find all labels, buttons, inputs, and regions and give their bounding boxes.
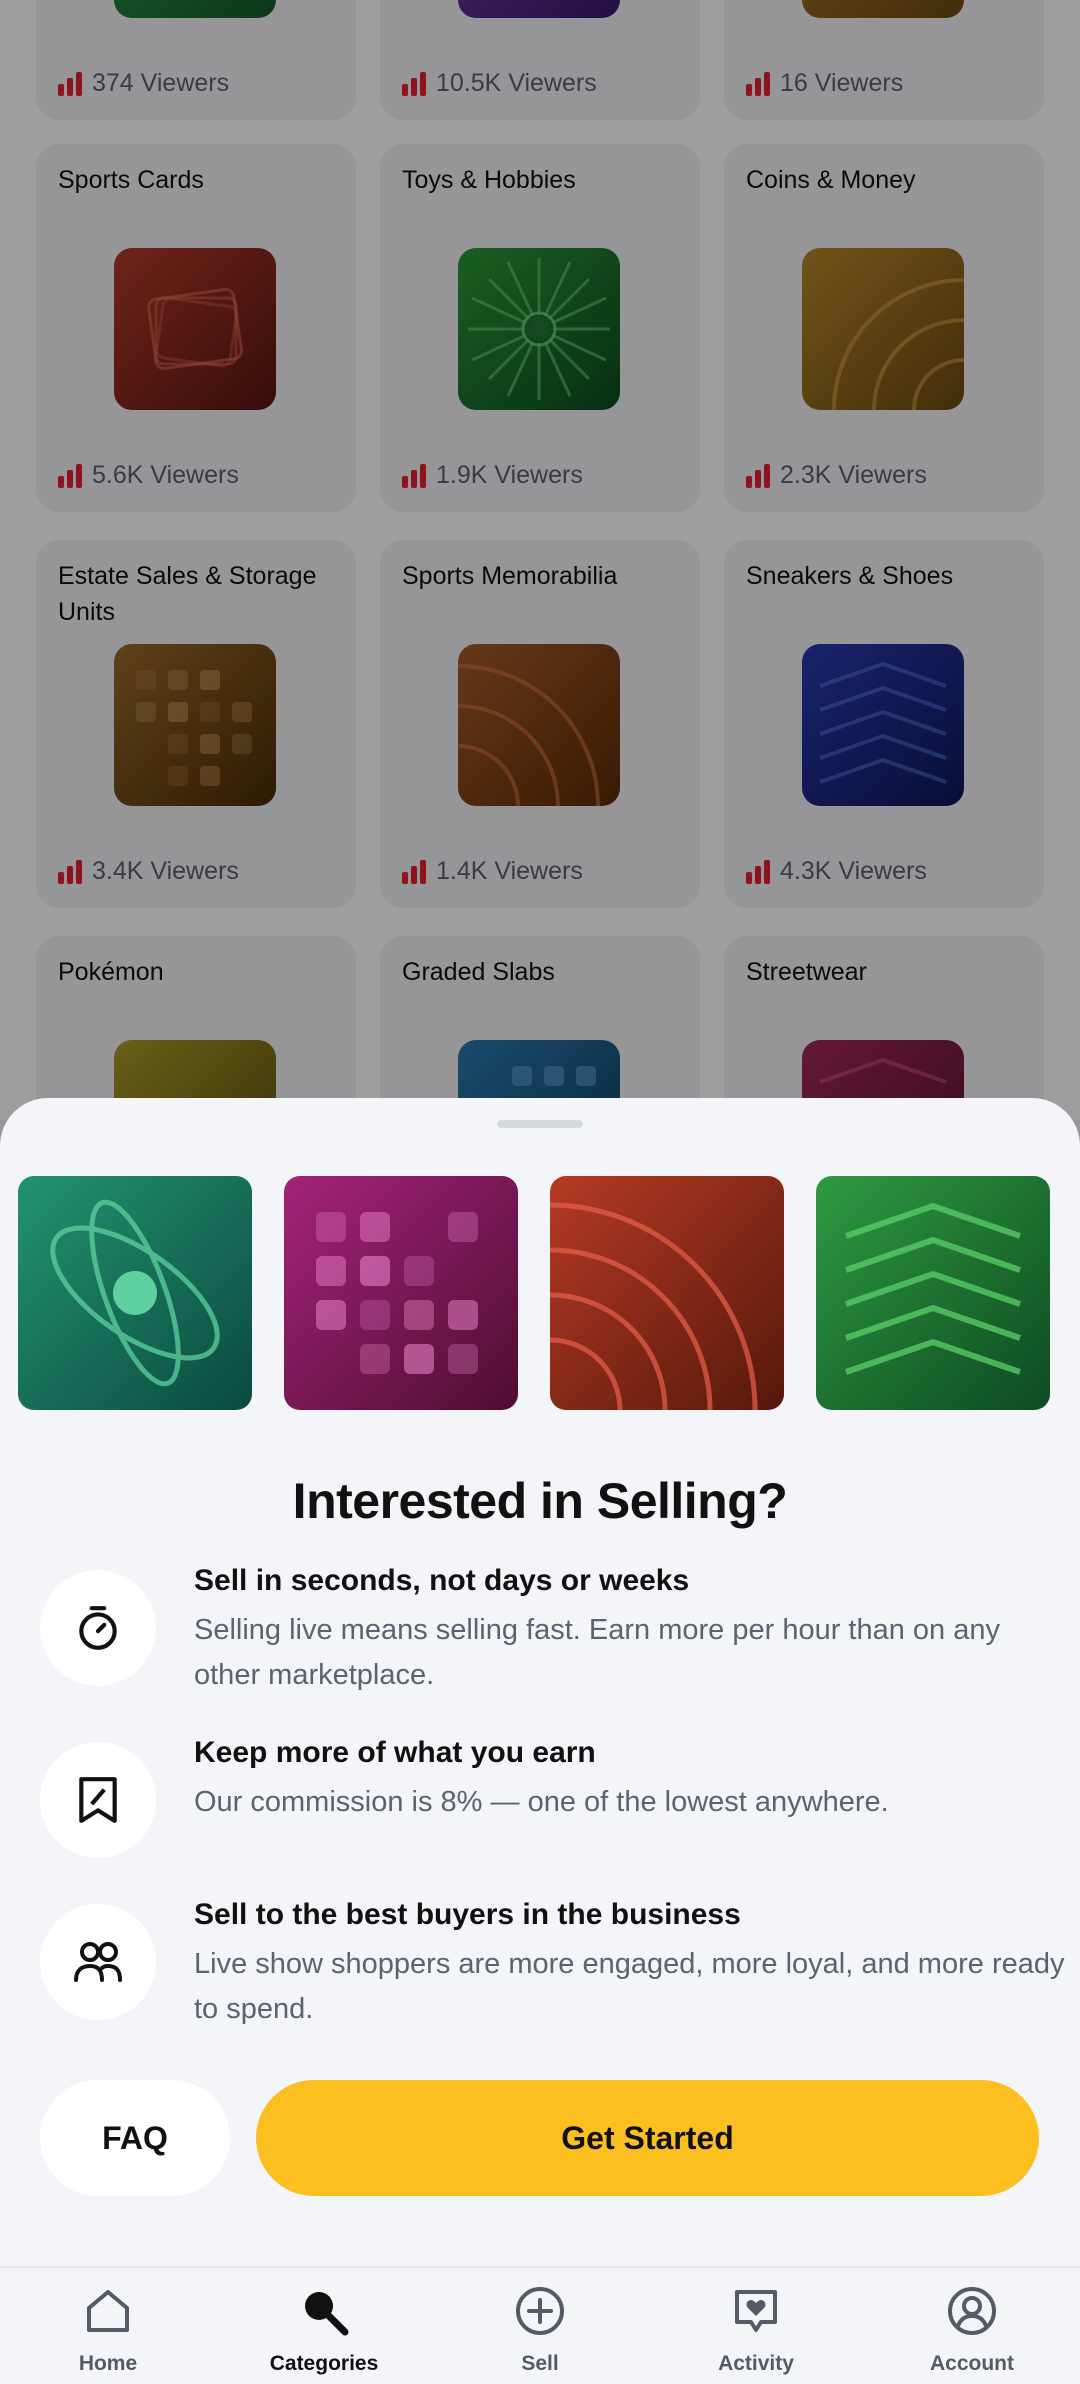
nav-item-categories[interactable]: Categories (216, 2268, 432, 2384)
home-icon (87, 2290, 129, 2332)
faq-button[interactable]: FAQ (40, 2080, 230, 2196)
feature-title: Sell in seconds, not days or weeks (194, 1564, 690, 1597)
people-icon (40, 1904, 156, 2020)
orbit-icon (18, 1176, 252, 1410)
nav-item-account[interactable]: Account (864, 2268, 1080, 2384)
stopwatch-icon (40, 1570, 156, 1686)
nav-item-home[interactable]: Home (0, 2268, 216, 2384)
get-started-button[interactable]: Get Started (256, 2080, 1039, 2196)
feature-body: Live show shoppers are more engaged, mor… (194, 1948, 1065, 2025)
sheet-title: Interested in Selling? (292, 1473, 788, 1529)
nav-item-sell[interactable]: Sell (432, 2268, 648, 2384)
nav-item-activity[interactable]: Activity (648, 2268, 864, 2384)
bottom-nav: Home Categories Sell Activity Account (0, 2266, 1080, 2384)
sheet-drag-handle[interactable] (497, 1120, 583, 1128)
feature-title: Sell to the best buyers in the business (194, 1898, 741, 1931)
user-circle-icon (948, 2287, 996, 2335)
feature-title: Keep more of what you earn (194, 1736, 596, 1769)
search-icon (305, 2292, 349, 2336)
heart-chat-icon (735, 2290, 777, 2332)
nav-label: Categories (269, 2352, 379, 2375)
nav-label: Activity (718, 2352, 794, 2375)
feature-body: Selling live means selling fast. Earn mo… (194, 1614, 1000, 1691)
chevrons-icon (816, 1176, 1050, 1410)
nav-label: Sell (521, 2352, 559, 2375)
selling-bottom-sheet: Interested in Selling? Sell in seconds, … (0, 1098, 1080, 2384)
arcs-icon (550, 1176, 784, 1410)
nav-label: Home (78, 2352, 138, 2375)
category-tiles-row (18, 1176, 1062, 1410)
plus-circle-icon (516, 2287, 564, 2335)
dots-grid-icon (284, 1176, 518, 1410)
feature-body: Our commission is 8% — one of the lowest… (194, 1786, 889, 1818)
nav-label: Account (930, 2352, 1014, 2375)
receipt-icon (40, 1742, 156, 1858)
